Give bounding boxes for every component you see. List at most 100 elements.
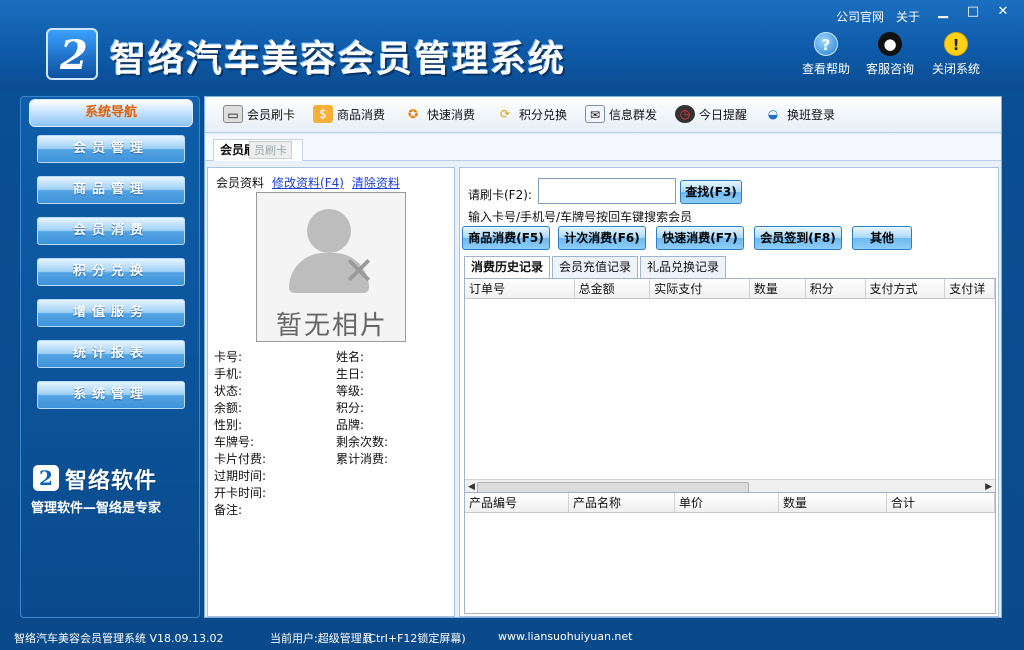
col-quantity[interactable]: 数量 [750,279,806,298]
status-website[interactable]: www.liansuohuiyuan.net [498,630,632,643]
login-icon: ◒ [767,107,779,121]
tab-recharge-history[interactable]: 会员充值记录 [552,256,639,278]
col-actual-paid[interactable]: 实际支付 [650,279,750,298]
exit-button[interactable]: ! 关闭系统 [924,32,988,77]
field-phone: 手机: [214,367,243,381]
member-photo: ✕ 暂无相片 [256,192,406,342]
member-legend-title: 会员资料 [216,176,265,190]
field-expire-time: 过期时间: [214,469,267,483]
toolbar-label: 快速消费 [427,107,476,122]
col-order-no[interactable]: 订单号 [465,279,575,298]
edit-member-link[interactable]: 修改资料(F4) [272,174,344,191]
status-app-info: 智络汽车美容会员管理系统 V18.09.13.02 [14,632,224,645]
logo-icon [46,28,98,80]
brand-slogan: 管理软件—智络是专家 [31,501,162,516]
col-product-name[interactable]: 产品名称 [569,493,675,512]
scroll-left-icon[interactable]: ◀ [468,482,475,492]
col-total-amount[interactable]: 总金额 [575,279,651,298]
toolbar-shift-login[interactable]: ◒ 换班登录 [763,105,835,123]
col-pay-method[interactable]: 支付方式 [866,279,946,298]
status-bar: 智络汽车美容会员管理系统 V18.09.13.02 当前用户:超级管理员 (Ct… [0,622,1024,650]
toolbar-today-reminder[interactable]: ◷ 今日提醒 [675,105,747,123]
money-bag-icon: $ [313,105,333,123]
app-window: 智络汽车美容会员管理系统 公司官网 关于 ▁ □ ✕ ? 查看帮助 ● 客服咨询… [0,0,1024,650]
col-pay-detail[interactable]: 支付详 [945,279,995,298]
product-consume-button[interactable]: 商品消费(F5) [462,226,550,250]
help-label: 查看帮助 [801,62,850,76]
toolbar-quick-consume[interactable]: ✪ 快速消费 [403,105,475,123]
field-balance: 余额: [214,401,243,415]
sidebar-item-product-management[interactable]: 商品管理 [37,176,185,204]
company-site-link[interactable]: 公司官网 [836,8,884,25]
help-icon: ? [814,32,838,56]
window-controls: ▁ □ ✕ [930,4,1016,22]
brand-name: 智络软件 [65,469,158,494]
toolbar-member-swipe[interactable]: ▭ 会员刷卡 [223,105,295,123]
close-icon[interactable]: ✕ [990,4,1016,22]
maximize-icon[interactable]: □ [960,4,986,22]
toolbar: ▭ 会员刷卡 $ 商品消费 ✪ 快速消费 ⟳ 积分兑换 ✉ 信息群发 ◷ 今日提… [205,97,1001,133]
history-tabs: 消费历史记录 会员充值记录 礼品兑换记录 [464,256,728,278]
main-panel: ▭ 会员刷卡 $ 商品消费 ✪ 快速消费 ⟳ 积分兑换 ✉ 信息群发 ◷ 今日提… [204,96,1002,618]
sidebar-item-member-management[interactable]: 会员管理 [37,135,185,163]
no-photo-x-icon: ✕ [343,249,375,293]
exchange-icon: ⟳ [499,107,511,121]
sidebar-item-points-exchange[interactable]: 积分兑换 [37,258,185,286]
sidebar-item-value-added[interactable]: 增值服务 [37,299,185,327]
card-search-input[interactable] [538,178,676,204]
avatar-head [307,209,351,253]
header: 智络汽车美容会员管理系统 公司官网 关于 ▁ □ ✕ ? 查看帮助 ● 客服咨询… [0,0,1024,92]
count-consume-button[interactable]: 计次消费(F6) [558,226,646,250]
other-button[interactable]: 其他 [852,226,912,250]
card-icon: ▭ [223,105,243,123]
member-signin-button[interactable]: 会员签到(F8) [754,226,842,250]
search-button[interactable]: 查找(F3) [680,180,742,204]
sidebar-item-member-consumption[interactable]: 会员消费 [37,217,185,245]
field-card-no: 卡号: [214,350,243,364]
qq-icon: ● [878,32,902,56]
clear-member-link[interactable]: 清除资料 [352,174,400,191]
col-subtotal[interactable]: 合计 [887,493,995,512]
minimize-icon[interactable]: ▁ [930,4,956,22]
nav-title: 系统导航 [29,99,193,127]
col-item-quantity[interactable]: 数量 [779,493,887,512]
field-name: 姓名: [336,350,365,364]
field-plate: 车牌号: [214,435,255,449]
toolbar-points-exchange[interactable]: ⟳ 积分兑换 [495,105,567,123]
sidebar-item-reports[interactable]: 统计报表 [37,340,185,368]
about-link[interactable]: 关于 [896,8,920,25]
field-open-time: 开卡时间: [214,486,267,500]
fast-icon: ✪ [407,107,419,121]
consume-panel: 请刷卡(F2): 查找(F3) 输入卡号/手机号/车牌号按回车键搜索会员 商品消… [459,167,999,617]
help-button[interactable]: ? 查看帮助 [794,32,858,77]
col-points[interactable]: 积分 [806,279,866,298]
field-gender: 性别: [214,418,243,432]
tab-gift-history[interactable]: 礼品兑换记录 [640,256,727,278]
mail-icon: ✉ [585,105,605,123]
col-product-code[interactable]: 产品编号 [465,493,569,512]
toolbar-label: 商品消费 [337,107,386,122]
top-links: 公司官网 关于 [836,8,920,25]
sidebar-item-system[interactable]: 系统管理 [37,381,185,409]
scroll-right-icon[interactable]: ▶ [985,482,992,492]
field-points: 积分: [336,401,365,415]
status-lock-hint: (Ctrl+F12锁定屏幕) [364,632,466,645]
quick-consume-button[interactable]: 快速消费(F7) [656,226,744,250]
exit-label: 关闭系统 [931,62,980,76]
member-legend: 会员资料 修改资料(F4) 清除资料 [216,174,400,191]
swipe-label: 请刷卡(F2): [468,188,532,202]
field-status: 状态: [214,384,243,398]
no-photo-text: 暂无相片 [275,311,388,341]
toolbar-label: 信息群发 [609,107,658,122]
field-level: 等级: [336,384,365,398]
toolbar-broadcast[interactable]: ✉ 信息群发 [585,105,657,123]
tab-consume-history[interactable]: 消费历史记录 [464,256,551,278]
support-button[interactable]: ● 客服咨询 [858,32,922,77]
warning-icon: ! [944,32,968,56]
col-unit-price[interactable]: 单价 [675,493,779,512]
brand-logo-icon: 2 [33,465,59,491]
field-remark: 备注: [214,503,243,517]
items-table: 产品编号 产品名称 单价 数量 合计 [464,492,996,614]
toolbar-product-consume[interactable]: $ 商品消费 [313,105,385,123]
field-birthday: 生日: [336,367,365,381]
